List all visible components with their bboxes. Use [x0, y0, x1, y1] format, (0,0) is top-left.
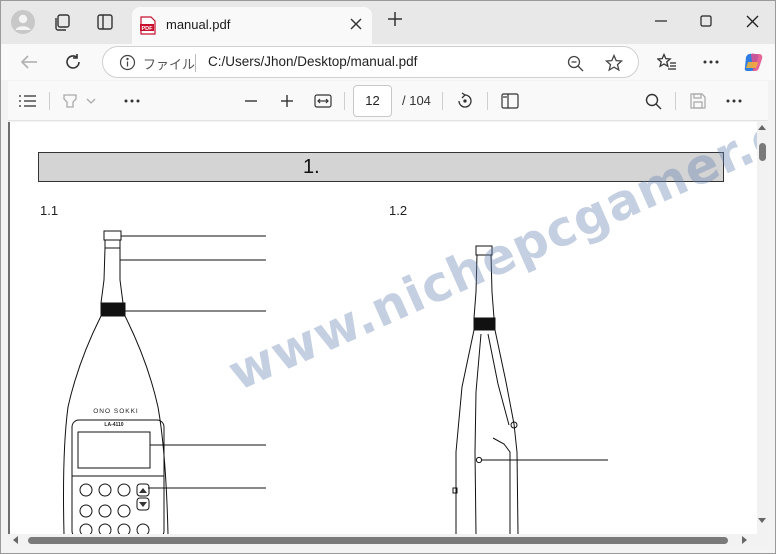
tab-actions-icon [97, 14, 113, 30]
rotate-icon [458, 92, 472, 108]
scroll-up-arrow[interactable] [758, 125, 766, 130]
title-bar: PDF manual.pdf [0, 0, 776, 44]
zoom-in-pdf-button[interactable] [275, 90, 299, 112]
more-tools-button[interactable] [120, 90, 144, 112]
toolbar-separator [487, 92, 488, 110]
refresh-icon [66, 54, 80, 69]
more-icon [124, 99, 140, 103]
favorites-button[interactable] [654, 50, 680, 74]
copilot-button[interactable] [740, 50, 766, 74]
workspaces-icon [55, 14, 70, 31]
save-button[interactable] [686, 90, 710, 112]
vertical-scroll-thumb[interactable] [759, 143, 766, 161]
back-button[interactable] [16, 50, 42, 74]
profile-icon [11, 10, 35, 34]
pdf-file-icon: PDF [140, 16, 156, 35]
favorites-icon [657, 53, 676, 70]
pdf-viewer[interactable]: 1. 1.1 1.2 ONO SOKKI LA-4110 www.nichepc… [8, 122, 768, 546]
favorite-button[interactable] [603, 52, 625, 74]
chevron-down-icon [86, 98, 96, 104]
page-number-input[interactable]: 12 [353, 85, 392, 117]
address-bar: ファイル C:/Users/Jhon/Desktop/manual.pdf [0, 44, 776, 80]
horizontal-scroll-thumb[interactable] [28, 537, 728, 544]
maximize-button[interactable] [691, 10, 721, 32]
plus-icon [388, 12, 402, 26]
maximize-icon [700, 15, 712, 27]
zoom-out-icon [567, 55, 583, 71]
toolbar-separator [442, 92, 443, 110]
copilot-icon [744, 53, 763, 71]
refresh-button[interactable] [60, 50, 86, 74]
horizontal-scrollbar[interactable] [8, 534, 768, 546]
minimize-button[interactable] [646, 10, 676, 32]
contents-button[interactable] [16, 90, 40, 112]
pdf-badge-text: PDF [142, 26, 154, 32]
find-button[interactable] [641, 90, 665, 112]
highlight-dropdown[interactable] [84, 90, 98, 112]
highlight-button[interactable] [58, 90, 82, 112]
url-separator [195, 54, 196, 72]
window-bottom-edge [0, 546, 776, 554]
save-icon [690, 93, 706, 109]
browser-tab-active[interactable]: PDF manual.pdf [132, 7, 372, 44]
table-of-contents-icon [19, 95, 36, 107]
tab-actions-button[interactable] [91, 8, 119, 36]
scroll-down-arrow[interactable] [758, 518, 766, 523]
search-icon [645, 93, 661, 109]
toolbar-separator [675, 92, 676, 110]
scroll-left-arrow[interactable] [13, 536, 18, 544]
back-arrow-icon [20, 55, 37, 69]
pdf-toolbar: 12 / 104 [8, 81, 768, 121]
scheme-label: ファイル [143, 57, 196, 72]
minus-icon [245, 100, 257, 102]
fit-width-icon [314, 94, 332, 108]
minimize-icon [655, 20, 667, 22]
more-icon [726, 99, 742, 103]
tab-close-button[interactable] [350, 16, 362, 34]
highlighter-icon [63, 94, 77, 108]
pdf-page: 1. 1.1 1.2 ONO SOKKI LA-4110 www.nichepc… [10, 122, 757, 534]
toolbar-separator [49, 92, 50, 110]
plus-icon [281, 95, 293, 107]
close-icon [746, 15, 758, 27]
fit-to-width-button[interactable] [311, 90, 335, 112]
more-icon [703, 60, 719, 64]
settings-more-button[interactable] [698, 50, 724, 74]
zoom-out-button[interactable] [564, 52, 586, 74]
profile-button[interactable] [9, 8, 37, 36]
new-tab-button[interactable] [384, 10, 406, 32]
rotate-button[interactable] [453, 90, 477, 112]
scroll-right-arrow[interactable] [742, 536, 747, 544]
workspaces-button[interactable] [48, 8, 76, 36]
tab-title: manual.pdf [166, 17, 231, 32]
info-icon[interactable] [119, 54, 136, 71]
star-icon [605, 54, 623, 72]
close-window-button[interactable] [737, 10, 767, 32]
page-view-button[interactable] [498, 90, 522, 112]
zoom-out-pdf-button[interactable] [239, 90, 263, 112]
close-icon [350, 18, 362, 30]
url-bar[interactable]: ファイル C:/Users/Jhon/Desktop/manual.pdf [102, 46, 639, 78]
page-total: / 104 [402, 93, 431, 108]
vertical-scrollbar[interactable] [757, 122, 768, 534]
url-text[interactable]: C:/Users/Jhon/Desktop/manual.pdf [208, 54, 417, 69]
toolbar-separator [344, 92, 345, 110]
pdf-more-button[interactable] [722, 90, 746, 112]
page-view-icon [501, 93, 519, 109]
